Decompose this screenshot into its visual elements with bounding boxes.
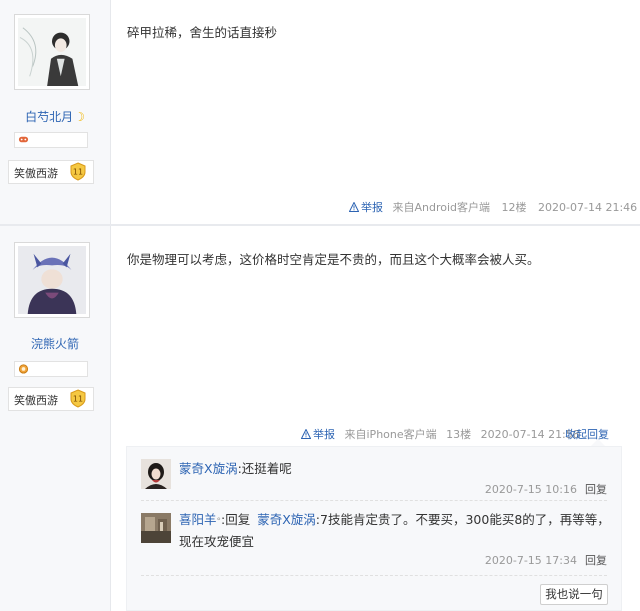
- level-shield-icon: 11: [70, 389, 86, 408]
- reply-avatar-icon[interactable]: [141, 513, 171, 543]
- post-meta: 举报 来自iPhone客户端 13楼 2020-07-14 21:58: [301, 426, 580, 442]
- reply-username[interactable]: 蒙奇X旋涡: [179, 461, 238, 476]
- post2-user-sidebar: 浣熊火箭 笑傲西游 11: [0, 226, 111, 611]
- say-something-button[interactable]: 我也说一句: [540, 584, 608, 605]
- reply-target-username[interactable]: 蒙奇X旋涡: [257, 512, 316, 527]
- gamepad-badge-icon: [18, 136, 29, 143]
- report-text[interactable]: 举报: [361, 201, 383, 214]
- post-time: 2020-07-14 21:46: [538, 201, 638, 214]
- reply-separator-line: [141, 500, 607, 501]
- sub-reply-item: 蒙奇X旋涡:还挺着呢 2020-7-15 10:16 回复: [127, 459, 621, 505]
- post-content: 你是物理可以考虑，这价格时空肯定是不贵的，而且这个大概率会被人买。: [127, 252, 540, 267]
- floor-number: 12楼: [501, 201, 527, 214]
- report-link[interactable]: 举报: [301, 428, 335, 441]
- badge-box: [14, 361, 88, 377]
- forum-level-badge[interactable]: 笑傲西游 11: [8, 160, 94, 184]
- username-text[interactable]: 浣熊火箭: [31, 337, 79, 351]
- username-text[interactable]: 白芍北月: [25, 110, 73, 124]
- level-number: 11: [73, 395, 83, 404]
- floor-number: 13楼: [446, 428, 472, 441]
- client-source[interactable]: 来自iPhone客户端: [345, 428, 437, 441]
- sub-reply-text: 蒙奇X旋涡:还挺着呢: [179, 459, 292, 479]
- level-shield-icon: 11: [70, 162, 86, 181]
- reply-prefix: :回复: [221, 512, 251, 527]
- reply-meta: 2020-7-15 10:16 回复: [485, 481, 607, 497]
- client-source[interactable]: 来自Android客户端: [393, 201, 491, 214]
- avatar-image-icon: [18, 246, 86, 314]
- post-meta: 举报 来自Android客户端 12楼 2020-07-14 21:46 回复: [349, 199, 640, 215]
- reply-meta: 2020-7-15 17:34 回复: [485, 552, 607, 568]
- avatar-image-icon: [18, 18, 86, 86]
- reply-separator-line: [141, 575, 607, 576]
- badge-box: [14, 132, 88, 148]
- reply-content: 还挺着呢: [241, 461, 292, 476]
- reply-username[interactable]: 喜阳羊: [179, 512, 217, 527]
- reply-button[interactable]: 回复: [585, 483, 607, 496]
- warning-icon: [301, 429, 311, 439]
- medal-badge-icon: [18, 364, 29, 374]
- user-avatar[interactable]: [14, 242, 90, 318]
- moon-icon: ☽: [74, 110, 85, 124]
- sub-reply-item: 喜阳羊°:回复 蒙奇X旋涡:7技能肯定贵了。不要买，300能买8的了，再等等， …: [127, 510, 621, 570]
- forum-name: 笑傲西游: [14, 167, 58, 180]
- reply-box-notch: [591, 439, 605, 446]
- forum-level-badge[interactable]: 笑傲西游 11: [8, 387, 94, 411]
- forum-name: 笑傲西游: [14, 394, 58, 407]
- report-link[interactable]: 举报: [349, 201, 383, 214]
- reply-avatar-icon[interactable]: [141, 459, 171, 489]
- reply-content-line1: :7技能肯定贵了。不要买，300能买8的了，再等等，: [315, 512, 610, 527]
- reply-button[interactable]: 回复: [585, 554, 607, 567]
- post-content: 碎甲拉稀，舍生的话直接秒: [127, 25, 278, 40]
- post1-user-sidebar: 白芍北月☽ 笑傲西游 11: [0, 0, 111, 224]
- username-link[interactable]: 浣熊火箭: [0, 335, 110, 352]
- reply-content-line2: 现在攻宠便宜: [179, 534, 255, 549]
- sub-reply-text: 喜阳羊°:回复 蒙奇X旋涡:7技能肯定贵了。不要买，300能买8的了，再等等， …: [179, 510, 610, 552]
- reply-time: 2020-7-15 10:16: [484, 483, 577, 496]
- user-avatar[interactable]: [14, 14, 90, 90]
- reply-time: 2020-7-15 17:34: [484, 554, 577, 567]
- warning-icon: [349, 202, 359, 212]
- username-link[interactable]: 白芍北月☽: [0, 108, 110, 125]
- report-text[interactable]: 举报: [313, 428, 335, 441]
- level-number: 11: [73, 168, 83, 177]
